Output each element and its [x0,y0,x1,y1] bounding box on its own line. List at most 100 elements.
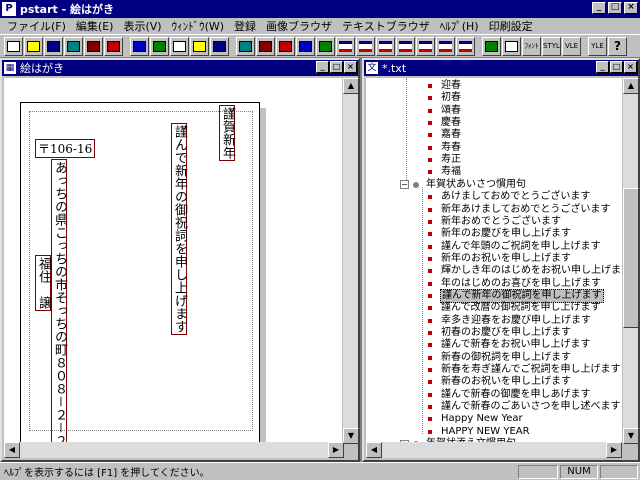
tree-item[interactable]: 初春のお慶びを申し上げます [428,327,572,339]
scroll-up-icon[interactable]: ▲ [343,78,359,94]
align-left-button[interactable] [296,36,315,56]
tree-item-selected[interactable]: 謹んで新年の御祝詞を申し上げます [428,288,604,303]
flip-button[interactable] [190,36,209,56]
move-button[interactable] [170,36,189,56]
open-button[interactable] [24,36,43,56]
new-button[interactable] [4,36,23,56]
menu-item-0[interactable]: ファイル(F) [2,18,71,34]
maximize-button[interactable]: □ [608,2,622,14]
greeting-main-text[interactable]: 謹んで新年の御祝詞を申し上げます [171,123,187,335]
align-center-button[interactable] [256,36,275,56]
menu-item-5[interactable]: 画像ブラウザ [261,18,337,34]
tree-item[interactable]: 新春の御祝詞を申し上げます [428,352,572,364]
tree-item[interactable]: 謹んで年頭のご祝詞を申し上げます [428,241,602,253]
minimize-button[interactable]: _ [592,2,606,14]
layout6-button[interactable] [436,36,455,56]
tree-item[interactable]: 新年おめでとうございます [428,216,562,228]
tree-item[interactable]: 迎春 [428,80,462,92]
vle-button[interactable]: VLE [562,36,581,56]
tree-group-greetings[interactable]: − 年賀状あいさつ慣用句 [400,179,527,191]
tree-scroll-left-icon[interactable]: ◀ [366,442,382,458]
menu-item-3[interactable]: ｳｨﾝﾄﾞｳ(W) [167,18,229,34]
tree-item[interactable]: 謹んで新春の御慶を申しあげます [428,389,592,401]
tree-item[interactable]: 新春のお祝いを申し上げます [428,376,572,388]
postcard-canvas[interactable]: 〒106-16 あっちの県こっちの市そっちの町８０８－２－２ 福住 譲 謹んで新… [4,78,344,444]
layout4-button[interactable] [396,36,415,56]
tree-item[interactable]: 慶春 [428,117,462,129]
tree-item[interactable]: 幸多き迎春をお慶び申し上げます [428,315,592,327]
tree-item[interactable]: 新春を寿ぎ謹んでご祝詞を申し上げます [428,364,622,376]
yle-button[interactable]: YLE [588,36,607,56]
collapse-icon[interactable]: − [400,180,409,190]
triangle-button[interactable] [316,36,335,56]
greeting-short-text[interactable]: 謹賀新年 [219,105,235,161]
print-preview-button[interactable] [84,36,103,56]
align-top-button[interactable] [236,36,255,56]
tree-maximize-button[interactable]: □ [610,61,623,73]
menu-item-4[interactable]: 登録 [229,18,261,34]
layout5-button[interactable] [416,36,435,56]
copy-button[interactable] [130,36,149,56]
tree-item[interactable]: 新年のお祝いを申し上げます [428,253,572,265]
menu-item-1[interactable]: 編集(E) [71,18,119,34]
address-text[interactable]: あっちの県こっちの市そっちの町８０８－２－２ [51,159,67,444]
tree-item[interactable]: 寿春 [428,142,462,154]
text-document-icon[interactable]: 文 [366,62,378,74]
app-icon[interactable]: P [2,2,16,16]
tree-item[interactable]: 輝かしき年のはじめをお祝い申し上げます [428,265,622,277]
style-button[interactable]: STYL [542,36,561,56]
tree-item[interactable]: 嘉春 [428,129,462,141]
tree-scroll-right-icon[interactable]: ▶ [606,442,622,458]
tree-item[interactable]: Happy New Year [428,413,524,425]
menu-item-6[interactable]: テキストブラウザ [337,18,435,34]
tree-vertical-scrollbar[interactable]: ▲ ▼ [622,78,639,444]
print-button[interactable] [64,36,83,56]
layout1-button[interactable] [336,36,355,56]
layout7-button[interactable] [456,36,475,56]
scroll-left-icon[interactable]: ◀ [4,442,20,458]
help-button[interactable]: ? [608,36,627,56]
title-bar[interactable]: P pstart - 絵はがき _ □ × [0,0,640,18]
menu-item-8[interactable]: 印刷設定 [484,18,538,34]
menu-item-2[interactable]: 表示(V) [118,18,166,34]
close-button[interactable]: × [624,2,638,14]
tree-item[interactable]: 新年あけましておめでとうございます [428,204,611,216]
stamp-button[interactable] [502,36,521,56]
phrase-tree[interactable]: 迎春 初春 頌春 慶春 嘉春 寿春 寿正 寿福 − 年賀状あいさつ慣用句 あけましておめでとうござい… [366,78,622,442]
table-button[interactable] [482,36,501,56]
tree-item[interactable]: 年のはじめのお喜びを申し上げます [428,278,602,290]
image-button[interactable] [210,36,229,56]
cut-button[interactable] [104,36,123,56]
postcard-maximize-button[interactable]: □ [330,61,343,73]
tree-scroll-thumb[interactable] [623,188,639,328]
tree-item[interactable]: 寿正 [428,154,462,166]
text-browser-title-bar[interactable]: 文 *.txt _ □ × [364,60,638,76]
postcard-vertical-scrollbar[interactable]: ▲ ▼ [342,78,359,444]
postcard-window-title-bar[interactable]: ▦ 絵はがき _ □ × [2,60,358,76]
tree-minimize-button[interactable]: _ [596,61,609,73]
align-horiz-button[interactable] [276,36,295,56]
postal-code-text[interactable]: 〒106-16 [35,139,96,158]
save-button[interactable] [44,36,63,56]
postcard[interactable]: 〒106-16 あっちの県こっちの市そっちの町８０８－２－２ 福住 譲 謹んで新… [20,102,260,444]
document-icon[interactable]: ▦ [4,62,16,74]
layout2-button[interactable] [356,36,375,56]
tree-item[interactable]: 寿福 [428,166,462,178]
tree-item[interactable]: 謹んで新春をお祝い申し上げます [428,339,592,351]
scroll-right-icon[interactable]: ▶ [328,442,344,458]
menu-item-7[interactable]: ﾍﾙﾌﾟ(H) [435,18,484,34]
tree-scroll-up-icon[interactable]: ▲ [623,78,639,94]
tree-item[interactable]: 謹んで改暦の御祝詞を申し上げます [428,302,602,314]
scroll-down-icon[interactable]: ▼ [343,428,359,444]
recipient-name-text[interactable]: 福住 譲 [35,255,51,311]
tree-close-button[interactable]: × [624,61,637,73]
tree-item[interactable]: HAPPY NEW YEAR [428,426,531,438]
tree-item[interactable]: 頌春 [428,105,462,117]
postcard-minimize-button[interactable]: _ [316,61,329,73]
postcard-close-button[interactable]: × [344,61,357,73]
postcard-horizontal-scrollbar[interactable]: ◀ ▶ [4,442,344,458]
tree-item[interactable]: 新年のお慶びを申し上げます [428,228,572,240]
tree-item[interactable]: あけましておめでとうございます [428,191,591,203]
tree-item[interactable]: 初春 [428,92,462,104]
tree-horizontal-scrollbar[interactable]: ◀ ▶ [366,442,622,458]
